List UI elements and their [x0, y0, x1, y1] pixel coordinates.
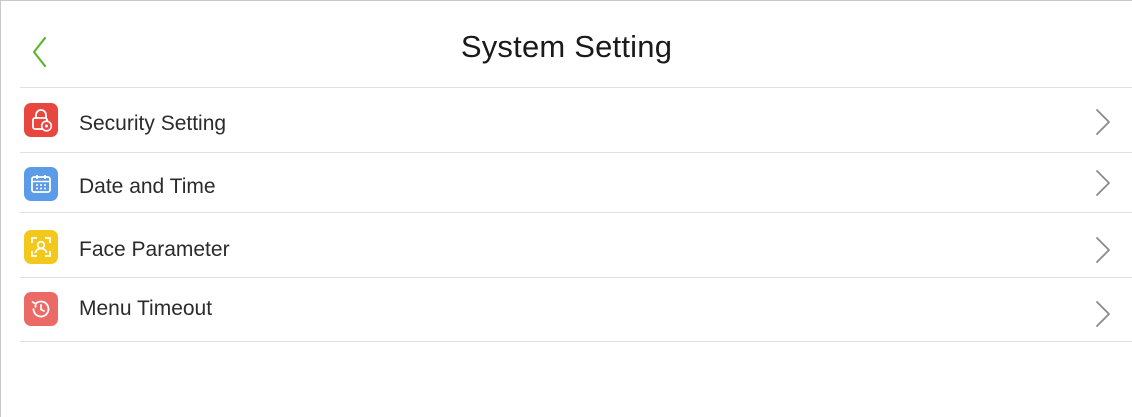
menu-item-label: Face Parameter [79, 238, 230, 261]
menu-item-label: Security Setting [79, 112, 227, 135]
divider [20, 341, 1132, 342]
chevron-right-icon [1094, 168, 1112, 198]
history-clock-icon [24, 292, 58, 326]
menu-item-menu-timeout[interactable]: Menu Timeout [20, 278, 1132, 341]
lock-gear-icon [24, 103, 58, 137]
menu-item-face-parameter[interactable]: Face Parameter [20, 213, 1132, 277]
system-setting-screen: System Setting Security Setting Date and… [0, 0, 1132, 417]
menu-item-security-setting[interactable]: Security Setting [20, 88, 1132, 152]
header-bar: System Setting [1, 1, 1132, 87]
calendar-icon [24, 167, 58, 201]
chevron-right-icon [1094, 107, 1112, 137]
chevron-right-icon [1094, 235, 1112, 265]
chevron-right-icon [1094, 299, 1112, 329]
face-scan-icon [24, 230, 58, 264]
menu-item-label: Date and Time [79, 175, 216, 198]
menu-item-date-and-time[interactable]: Date and Time [20, 153, 1132, 212]
page-title: System Setting [460, 29, 673, 64]
menu-item-label: Menu Timeout [79, 297, 213, 320]
